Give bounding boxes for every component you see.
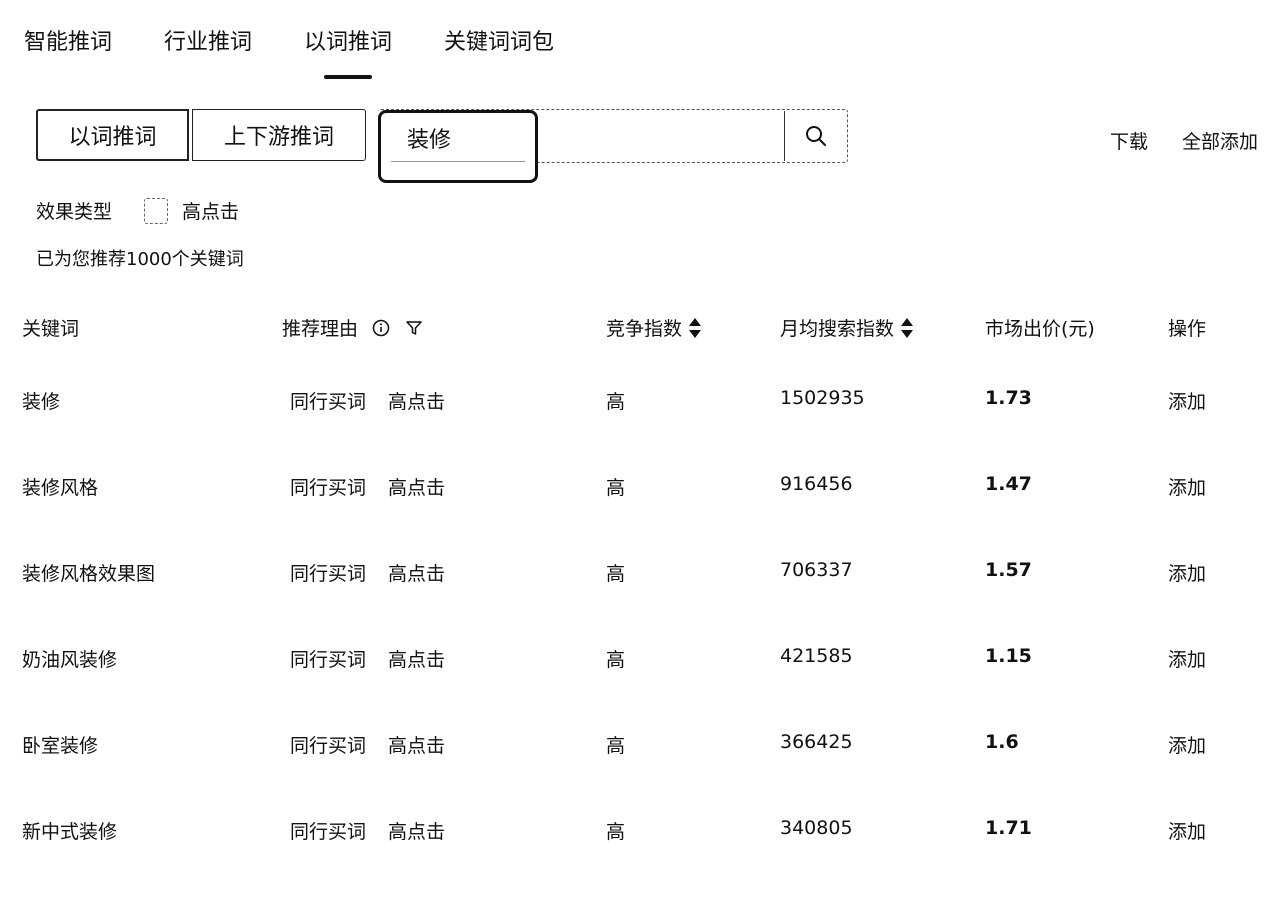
top-right-actions: 下载 全部添加 <box>1076 127 1258 154</box>
cell-price: 1.71 <box>985 817 1032 839</box>
high-click-checkbox[interactable] <box>144 197 169 224</box>
search-icon <box>806 126 826 146</box>
table-row: 装修 同行买词 高点击 高 1502935 1.73 添加 <box>0 300 1280 413</box>
tag-peer-buy: 同行买词 <box>290 821 367 843</box>
table-row: 新中式装修 同行买词 高点击 高 340805 1.71 添加 <box>0 730 1280 843</box>
cell-competition: 高 <box>606 821 626 843</box>
tab-keyword-package[interactable]: 关键词词包 <box>444 24 554 70</box>
cell-keyword: 新中式装修 <box>22 821 118 843</box>
summary-text: 已为您推荐1000个关键词 <box>36 249 244 270</box>
table-row: 装修风格效果图 同行买词 高点击 高 706337 1.57 添加 <box>0 472 1280 585</box>
add-button[interactable]: 添加 <box>1168 817 1206 844</box>
search-box <box>378 109 848 183</box>
mode-word-button[interactable]: 以词推词 <box>36 109 189 161</box>
filter-option-label[interactable]: 高点击 <box>182 197 239 224</box>
add-all-button[interactable]: 全部添加 <box>1182 127 1258 154</box>
mode-upstream-button[interactable]: 上下游推词 <box>192 109 366 161</box>
search-button[interactable] <box>785 111 847 161</box>
search-input-highlight <box>378 110 558 183</box>
tab-smart-recommend[interactable]: 智能推词 <box>24 24 112 70</box>
filter-label: 效果类型 <box>36 201 113 223</box>
table-row: 奶油风装修 同行买词 高点击 高 421585 1.15 添加 <box>0 558 1280 671</box>
table-row: 卧室装修 同行买词 高点击 高 366425 1.6 添加 <box>0 644 1280 757</box>
tab-industry-recommend[interactable]: 行业推词 <box>164 24 252 70</box>
table-row: 装修风格 同行买词 高点击 高 916456 1.47 添加 <box>0 386 1280 499</box>
effect-type-filter: 效果类型 高点击 <box>36 197 239 224</box>
cell-reason: 同行买词 高点击 <box>290 817 445 844</box>
top-tabs: 智能推词 行业推词 以词推词 关键词词包 <box>24 24 606 79</box>
search-input[interactable] <box>391 119 558 157</box>
cell-search-index: 340805 <box>780 817 853 839</box>
keyword-table: 关键词 推荐理由 竞争指数 月均搜索指数 市场出价(元) 操作 装修 同行买词 … <box>0 300 1280 843</box>
tab-word-recommend[interactable]: 以词推词 <box>304 24 392 79</box>
tag-high-click: 高点击 <box>388 821 446 843</box>
keyword-recommend-page: 智能推词 行业推词 以词推词 关键词词包 以词推词 上下游推词 下载 全部添加 … <box>0 0 1280 912</box>
mode-toggle: 以词推词 上下游推词 <box>36 109 366 161</box>
download-button[interactable]: 下载 <box>1110 127 1148 154</box>
